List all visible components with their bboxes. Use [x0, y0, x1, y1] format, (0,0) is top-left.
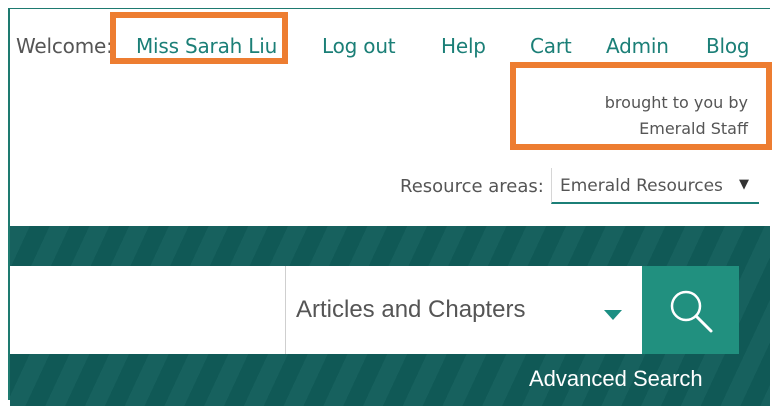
resource-areas-select[interactable]: Emerald Resources ▼	[551, 168, 759, 204]
resource-areas-value: Emerald Resources	[560, 176, 723, 196]
search-scope-select[interactable]: Articles and Chapters	[285, 266, 642, 354]
user-highlight-box	[110, 12, 288, 64]
cart-link[interactable]: Cart	[530, 34, 572, 58]
search-icon	[670, 290, 713, 333]
admin-link[interactable]: Admin	[606, 34, 669, 58]
welcome-label: Welcome:	[16, 34, 113, 58]
search-scope-value: Articles and Chapters	[296, 296, 526, 323]
search-input[interactable]	[10, 266, 285, 354]
search-button[interactable]	[642, 266, 739, 354]
help-link[interactable]: Help	[441, 34, 486, 58]
institution-highlight-box	[510, 62, 772, 150]
advanced-search-link[interactable]: Advanced Search	[529, 366, 703, 392]
caret-down-icon	[604, 310, 622, 320]
chevron-down-icon: ▼	[739, 177, 749, 192]
blog-link[interactable]: Blog	[706, 34, 750, 58]
logout-link[interactable]: Log out	[322, 34, 396, 58]
resource-areas-label: Resource areas:	[400, 176, 544, 197]
